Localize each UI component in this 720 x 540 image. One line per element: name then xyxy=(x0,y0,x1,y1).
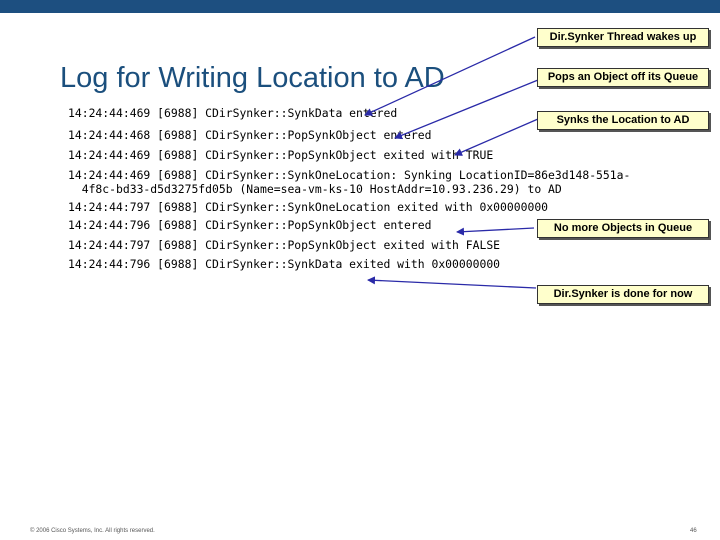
callout-wakes-up: Dir.Synker Thread wakes up xyxy=(537,28,709,47)
arrow-wakes-up xyxy=(364,36,536,116)
callout-no-more-objects: No more Objects in Queue xyxy=(537,219,709,238)
arrow-synks-location xyxy=(454,118,539,156)
callout-synks-location: Synks the Location to AD xyxy=(537,111,709,130)
callout-pops-object: Pops an Object off its Queue xyxy=(537,68,709,87)
arrow-no-more-objects xyxy=(456,227,535,236)
copyright-footer: © 2006 Cisco Systems, Inc. All rights re… xyxy=(30,528,155,534)
page-number: 46 xyxy=(690,528,697,534)
arrow-done xyxy=(367,276,537,289)
arrow-pops-object xyxy=(394,79,539,140)
callout-done: Dir.Synker is done for now xyxy=(537,285,709,304)
